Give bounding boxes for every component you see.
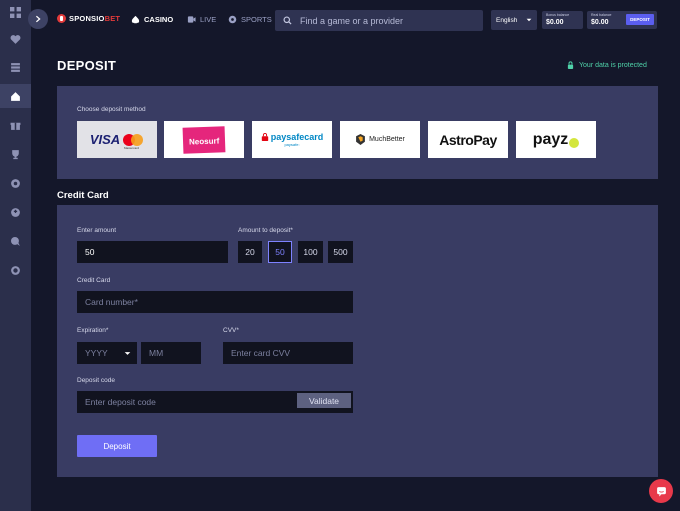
deposit-submit-button[interactable]: Deposit [77,435,157,457]
live-chat-button[interactable] [649,479,673,503]
amount-option-20[interactable]: 20 [238,241,262,263]
amount-input[interactable] [77,241,228,263]
credit-card-form: Enter amount Amount to deposit* 20 50 10… [57,205,658,477]
validate-button[interactable]: Validate [297,393,351,408]
amount-to-deposit-label: Amount to deposit* [238,227,293,234]
nav-live-label: LIVE [200,15,217,24]
brand-logo[interactable]: SPONSIOBET [57,14,120,23]
bonus-balance[interactable]: Bonus balance $0.00 [542,11,583,29]
heart-icon[interactable] [8,32,22,46]
spade-icon [131,15,140,24]
expiry-year-value: YYYY [85,348,108,358]
search-icon [283,16,292,25]
logo-mark-icon [57,14,66,23]
security-note-text: Your data is protected [579,61,647,69]
deposit-methods-panel: Choose deposit method VISA Mastercard Ne… [57,86,658,179]
nav-casino[interactable]: CASINO [131,15,173,24]
settings-icon[interactable] [8,176,22,190]
expiry-year-select[interactable]: YYYY [77,342,137,364]
language-value: English [496,16,518,24]
neosurf-label: Neosurf [188,135,220,147]
method-astropay[interactable]: AstroPay [428,121,508,158]
method-neosurf[interactable]: Neosurf [164,121,244,158]
chevron-right-icon [35,15,41,23]
cvv-label: CVV* [223,327,239,334]
sidebar [0,0,31,511]
credit-card-label: Credit Card [77,277,111,284]
ball-icon [228,15,237,24]
paysafecard-label: paysafecard [270,132,324,142]
expiration-label: Expiration* [77,327,109,334]
method-payz[interactable]: payz [516,121,596,158]
lock-icon [567,61,574,69]
muchbetter-label: MuchBetter [369,136,405,143]
expiry-month-input[interactable] [141,342,201,364]
paysafecard-lock-icon [261,133,268,141]
nav-live[interactable]: LIVE [187,15,216,24]
chat-icon [656,486,666,496]
deposit-code-label: Deposit code [77,377,115,384]
page-title: DEPOSIT [57,58,117,73]
section-title: Credit Card [57,190,109,201]
trophy-icon[interactable] [8,147,22,161]
method-muchbetter[interactable]: MuchBetter [340,121,420,158]
chat-bubble-icon[interactable] [8,234,22,248]
mastercard-label: Mastercard [124,146,140,150]
payz-dot-icon [569,137,580,148]
lobby-icon[interactable] [8,89,22,103]
nav-sports-label: SPORTS [241,15,272,24]
neosurf-logo: Neosurf [182,125,226,154]
caret-down-icon [526,18,532,22]
method-paysafecard[interactable]: paysafecard paysafe: [252,121,332,158]
payz-label: payz [532,130,569,148]
amount-option-50[interactable]: 50 [268,241,292,263]
support-icon[interactable] [8,205,22,219]
search-bar[interactable] [275,10,483,31]
muchbetter-icon [356,134,365,145]
logo-text: SPONSIOBET [69,14,121,23]
nav-casino-label: CASINO [144,15,174,24]
amount-option-100[interactable]: 100 [298,241,323,263]
help-icon[interactable] [8,263,22,277]
gift-icon[interactable] [8,118,22,132]
method-visa-mastercard[interactable]: VISA Mastercard [77,121,157,158]
language-select[interactable]: English [491,10,537,30]
cvv-input[interactable] [223,342,353,364]
enter-amount-label: Enter amount [77,227,117,234]
card-number-input[interactable] [77,291,353,313]
mastercard-icon [123,133,144,146]
live-icon [187,16,196,23]
amount-option-500[interactable]: 500 [328,241,353,263]
bonus-balance-value: $0.00 [546,19,564,26]
topbar-deposit-button[interactable]: DEPOSIT [626,14,654,25]
sidebar-toggle-button[interactable] [28,9,48,29]
caret-down-icon [124,351,131,355]
security-note: Your data is protected [567,61,647,69]
nav-sports[interactable]: SPORTS [228,15,272,24]
grid-icon[interactable] [8,5,22,19]
search-input[interactable] [300,15,470,26]
astropay-label: AstroPay [439,131,497,148]
casino-chips-icon[interactable] [8,60,22,74]
visa-logo: VISA [89,132,121,147]
methods-label: Choose deposit method [77,106,146,113]
paysafe-sub-label: paysafe: [284,142,300,147]
